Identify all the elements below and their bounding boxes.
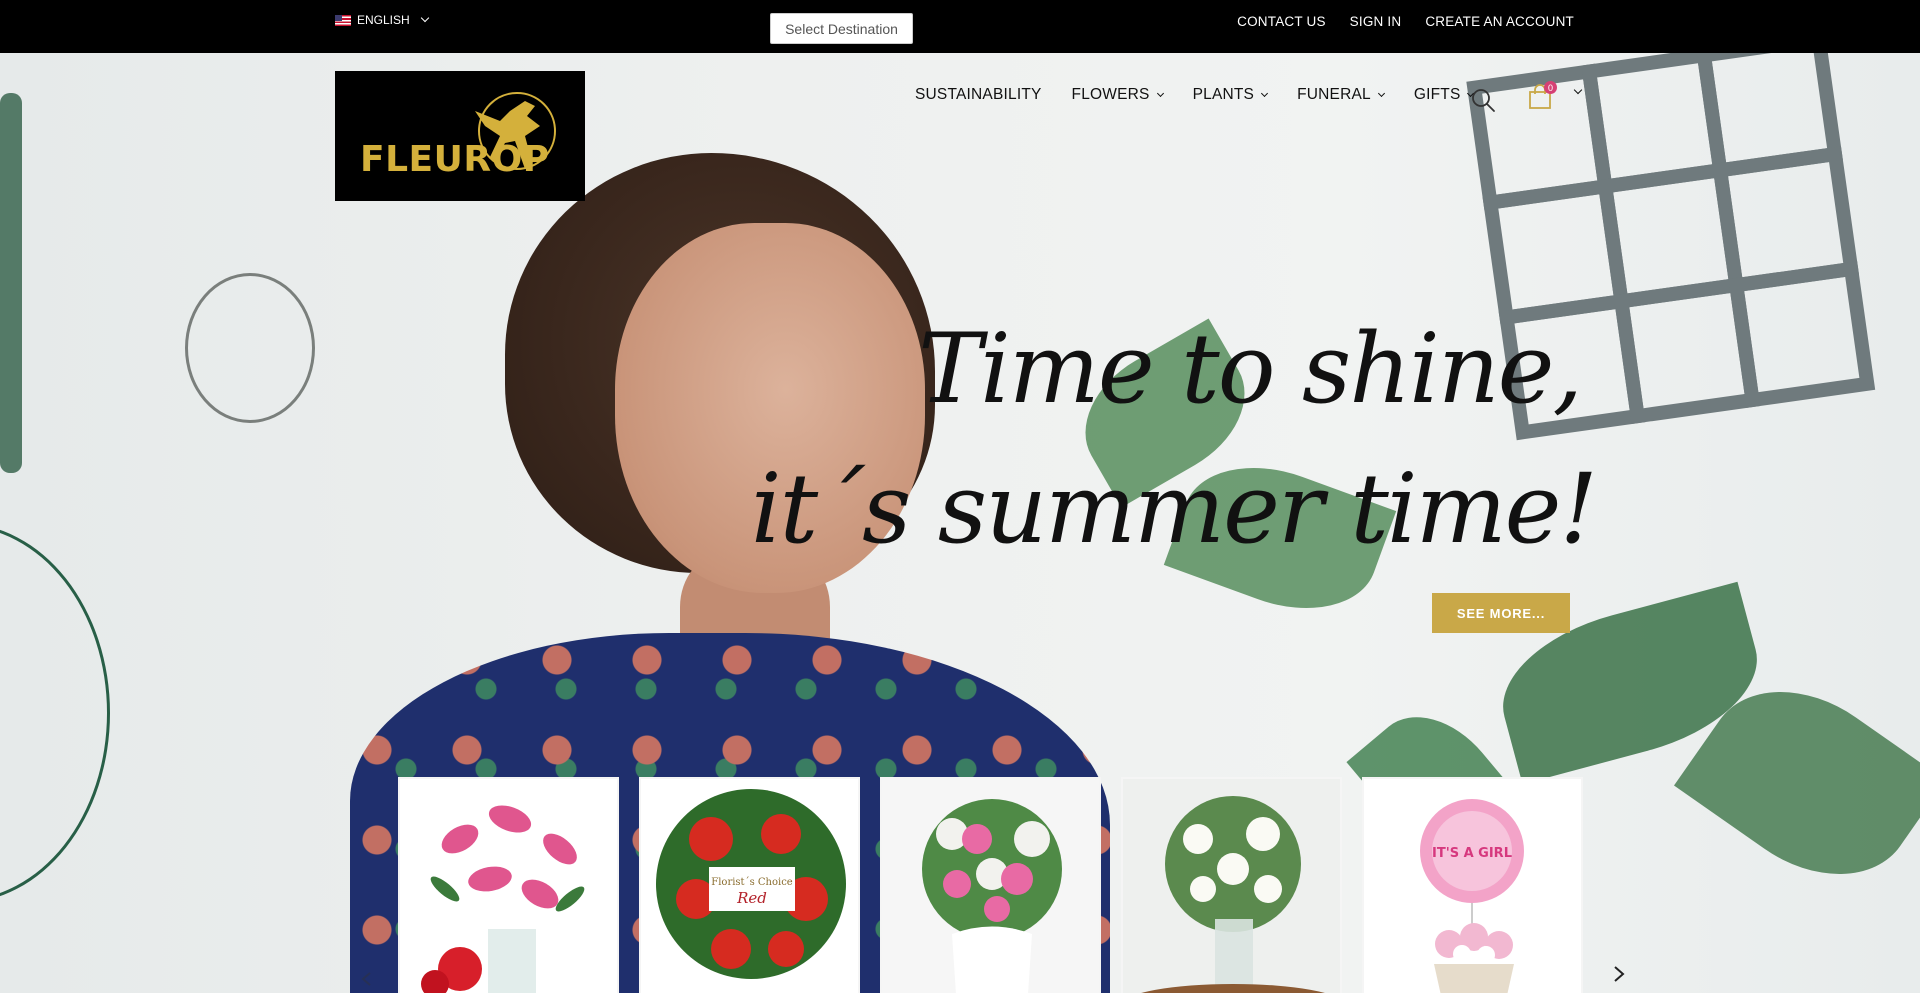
hero-headline-line1: Time to shine, xyxy=(918,313,1583,425)
nav-sustainability[interactable]: SUSTAINABILITY xyxy=(915,86,1042,104)
product-card[interactable] xyxy=(1121,777,1342,993)
top-bar: ENGLISH Select Destination CONTACT US SI… xyxy=(0,0,1920,53)
product-card[interactable]: IT'S A GIRL xyxy=(1362,777,1583,993)
nav-label: FLOWERS xyxy=(1071,86,1150,103)
language-selector[interactable]: ENGLISH xyxy=(335,13,429,27)
contact-us-link[interactable]: CONTACT US xyxy=(1237,14,1326,29)
us-flag-icon xyxy=(335,14,351,26)
pink-lilies-image xyxy=(400,779,617,993)
nav-plants[interactable]: PLANTS xyxy=(1192,86,1269,104)
card-label-line2: Red xyxy=(736,889,767,907)
product-card[interactable] xyxy=(398,777,619,993)
plant-decor xyxy=(0,93,22,473)
its-a-girl-balloon-image: IT'S A GIRL xyxy=(1364,779,1581,993)
nav-funeral[interactable]: FUNERAL xyxy=(1297,86,1385,104)
search-icon[interactable] xyxy=(1470,87,1496,113)
chevron-down-icon xyxy=(1156,89,1164,97)
nav-flowers[interactable]: FLOWERS xyxy=(1071,86,1164,104)
account-links: CONTACT US SIGN IN CREATE AN ACCOUNT xyxy=(1237,14,1574,29)
product-card[interactable] xyxy=(880,777,1101,993)
hero-headline-line2: it´s summer time! xyxy=(750,453,1598,565)
carousel-prev-icon[interactable] xyxy=(360,972,374,986)
fleurop-logo[interactable]: FLEUROP xyxy=(335,71,585,201)
florists-choice-red-image: Florist´s Choice Red xyxy=(641,779,858,993)
main-navigation: SUSTAINABILITY FLOWERS PLANTS FUNERAL GI… xyxy=(915,86,1475,104)
nav-label: PLANTS xyxy=(1192,86,1255,103)
cart-count-badge: 0 xyxy=(1544,81,1557,94)
chevron-down-icon xyxy=(1377,89,1385,97)
product-card[interactable]: Florist´s Choice Red xyxy=(639,777,860,993)
nav-label: GIFTS xyxy=(1413,86,1461,103)
chevron-down-icon xyxy=(420,13,429,23)
language-label: ENGLISH xyxy=(357,13,410,27)
logo-text: FLEUROP xyxy=(360,139,550,180)
carousel-next-icon[interactable] xyxy=(1610,965,1628,983)
nav-label: SUSTAINABILITY xyxy=(915,86,1042,103)
hoop-decor xyxy=(0,523,110,903)
nav-label: FUNERAL xyxy=(1297,86,1371,103)
create-account-link[interactable]: CREATE AN ACCOUNT xyxy=(1425,14,1574,29)
see-more-button[interactable]: SEE MORE... xyxy=(1432,593,1570,633)
chevron-down-icon xyxy=(1261,89,1269,97)
card-label-line1: Florist´s Choice xyxy=(711,877,793,888)
pink-white-bouquet-image xyxy=(882,779,1099,993)
white-lilies-image xyxy=(1123,779,1340,993)
sign-in-link[interactable]: SIGN IN xyxy=(1350,14,1402,29)
balloon-text: IT'S A GIRL xyxy=(1432,846,1512,861)
select-destination-button[interactable]: Select Destination xyxy=(770,13,913,44)
hoop-decor xyxy=(185,273,315,423)
product-carousel: Florist´s Choice Red IT'S A GIRL xyxy=(398,777,1583,993)
nav-gifts[interactable]: GIFTS xyxy=(1413,86,1475,104)
